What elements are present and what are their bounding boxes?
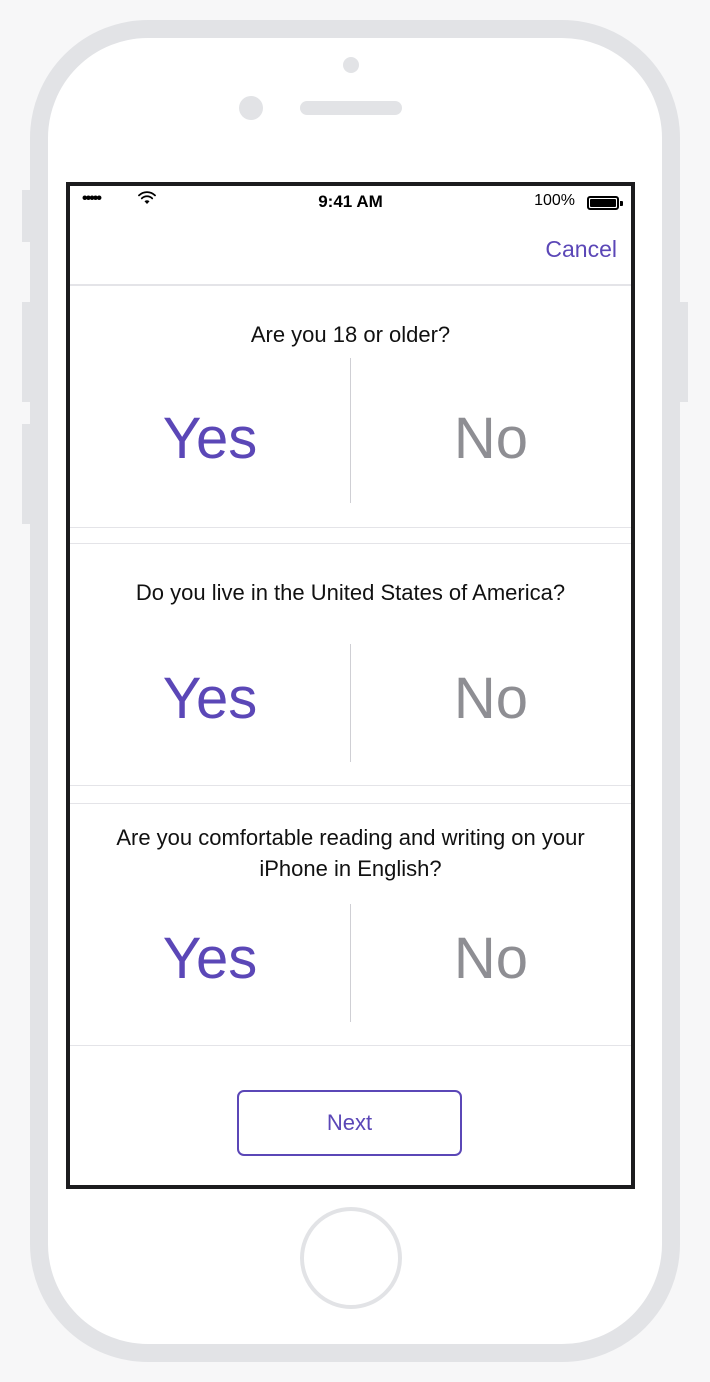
question-text: Are you 18 or older?	[250, 322, 451, 347]
footer: Next	[70, 1061, 631, 1185]
no-button[interactable]: No	[351, 924, 631, 994]
question-text: Do you live in the United States of Amer…	[135, 580, 566, 605]
yes-button[interactable]: Yes	[70, 404, 350, 474]
status-bar: ••••• 9:41 AM 100%	[70, 186, 631, 222]
navigation-bar: Cancel	[70, 222, 631, 285]
battery-icon	[587, 196, 619, 210]
device-mockup: ••••• 9:41 AM 100% Cancel Are you 18 or …	[0, 0, 710, 1382]
question-text: Are you comfortable reading and writing …	[116, 825, 585, 881]
phone-screen: ••••• 9:41 AM 100% Cancel Are you 18 or …	[66, 182, 635, 1189]
no-button[interactable]: No	[351, 404, 631, 474]
front-sensor	[239, 96, 263, 120]
question-card-age: Are you 18 or older? Yes No	[70, 285, 631, 528]
camera-icon	[343, 57, 359, 73]
yes-button[interactable]: Yes	[70, 664, 350, 734]
battery-nub	[620, 201, 623, 206]
home-button	[300, 1207, 402, 1309]
next-button[interactable]: Next	[237, 1090, 462, 1156]
earpiece-speaker	[300, 101, 402, 115]
question-card-english: Are you comfortable reading and writing …	[70, 803, 631, 1046]
no-button[interactable]: No	[351, 664, 631, 734]
question-card-residence: Do you live in the United States of Amer…	[70, 543, 631, 786]
battery-fill	[590, 199, 616, 207]
battery-percentage: 100%	[534, 192, 575, 209]
cancel-button[interactable]: Cancel	[545, 236, 617, 263]
yes-button[interactable]: Yes	[70, 924, 350, 994]
